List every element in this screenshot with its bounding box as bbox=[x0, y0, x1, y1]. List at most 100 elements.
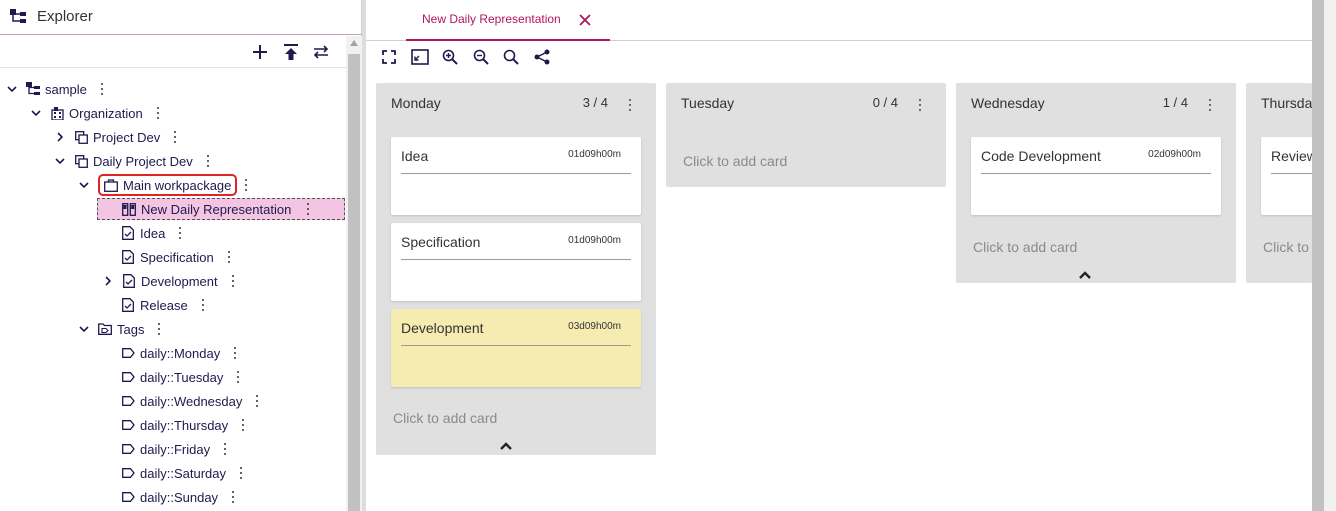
more-vertical-icon[interactable] bbox=[240, 419, 246, 431]
tree-item-label: Idea bbox=[140, 225, 166, 241]
more-vertical-icon[interactable] bbox=[235, 371, 241, 383]
plus-icon[interactable] bbox=[250, 42, 270, 62]
tree-item-label: Release bbox=[140, 297, 188, 313]
editor-area: New Daily Representation Monday 3 / 4 Id… bbox=[366, 0, 1312, 511]
card-code-development[interactable]: Code Development 02d09h00m bbox=[971, 137, 1221, 215]
tree-item-tag-wednesday[interactable]: daily::Wednesday bbox=[121, 389, 260, 413]
tree-item-specification[interactable]: Specification bbox=[121, 245, 232, 269]
more-vertical-icon[interactable] bbox=[172, 131, 178, 143]
card-time: 03d09h00m bbox=[568, 321, 621, 332]
swap-icon[interactable] bbox=[311, 42, 331, 62]
tree-item-label: Project Dev bbox=[93, 129, 161, 145]
more-vertical-icon[interactable] bbox=[230, 275, 236, 287]
tree-item-development[interactable]: Development bbox=[102, 269, 236, 293]
card-development[interactable]: Development 03d09h00m bbox=[391, 309, 641, 387]
tree-item-project-dev[interactable]: Project Dev bbox=[54, 125, 178, 149]
zoom-reset-icon[interactable] bbox=[500, 46, 522, 68]
card-specification[interactable]: Specification 01d09h00m bbox=[391, 223, 641, 301]
tree-item-tag-saturday[interactable]: daily::Saturday bbox=[121, 461, 244, 485]
add-card-button[interactable]: Click to add card bbox=[393, 410, 497, 426]
card-review[interactable]: Review bbox=[1261, 137, 1312, 215]
more-vertical-icon[interactable] bbox=[156, 323, 162, 335]
chevron-down-icon[interactable] bbox=[6, 83, 18, 95]
more-vertical-icon[interactable] bbox=[200, 299, 206, 311]
more-vertical-icon[interactable] bbox=[226, 251, 232, 263]
copy-icon bbox=[74, 154, 88, 168]
tree-item-idea[interactable]: Idea bbox=[121, 221, 183, 245]
share-icon[interactable] bbox=[531, 46, 553, 68]
tree-item-daily-project-dev[interactable]: Daily Project Dev bbox=[54, 149, 211, 173]
more-vertical-icon[interactable] bbox=[1208, 99, 1212, 111]
chevron-up-icon[interactable] bbox=[499, 438, 513, 450]
tree-item-label: New Daily Representation bbox=[141, 201, 292, 217]
card-idea[interactable]: Idea 01d09h00m bbox=[391, 137, 641, 215]
column-count: 3 / 4 bbox=[582, 95, 608, 110]
close-icon[interactable] bbox=[578, 13, 592, 27]
tree-item-tag-monday[interactable]: daily::Monday bbox=[121, 341, 238, 365]
tree-item-organization[interactable]: Organization bbox=[30, 101, 161, 125]
explorer-header: Explorer bbox=[0, 0, 362, 35]
card-time: 01d09h00m bbox=[568, 235, 621, 246]
doc-check-icon bbox=[121, 226, 135, 240]
chevron-down-icon[interactable] bbox=[78, 179, 90, 191]
scroll-up-arrow-icon[interactable] bbox=[350, 40, 358, 46]
tree-item-tag-thursday[interactable]: daily::Thursday bbox=[121, 413, 246, 437]
tree-item-new-daily-representation[interactable]: New Daily Representation bbox=[97, 198, 345, 220]
more-vertical-icon[interactable] bbox=[99, 83, 105, 95]
tree-item-tags[interactable]: Tags bbox=[78, 317, 162, 341]
add-card-button[interactable]: Click to add card bbox=[973, 239, 1077, 255]
zoom-in-icon[interactable] bbox=[439, 46, 461, 68]
chevron-right-icon[interactable] bbox=[102, 275, 114, 287]
more-vertical-icon[interactable] bbox=[254, 395, 260, 407]
scroll-thumb[interactable] bbox=[1312, 0, 1324, 511]
more-vertical-icon[interactable] bbox=[243, 179, 249, 191]
board-scrollbar[interactable] bbox=[1312, 0, 1336, 511]
scroll-thumb[interactable] bbox=[348, 54, 360, 511]
tree-item-release[interactable]: Release bbox=[121, 293, 206, 317]
kanban-board: Monday 3 / 4 Idea 01d09h00m Specificatio… bbox=[366, 83, 1312, 511]
hierarchy-icon bbox=[10, 9, 28, 30]
fit-icon[interactable] bbox=[409, 46, 431, 68]
column-title: Thursda bbox=[1261, 95, 1312, 111]
chevron-down-icon[interactable] bbox=[54, 155, 66, 167]
add-card-button[interactable]: Click to add card bbox=[683, 153, 787, 169]
tag-icon bbox=[121, 370, 135, 384]
doc-check-icon bbox=[122, 274, 136, 288]
more-vertical-icon[interactable] bbox=[305, 203, 311, 215]
card-title: Review bbox=[1271, 148, 1312, 164]
more-vertical-icon[interactable] bbox=[205, 155, 211, 167]
column-title: Wednesday bbox=[971, 95, 1045, 111]
more-vertical-icon[interactable] bbox=[628, 99, 632, 111]
tree-item-tag-friday[interactable]: daily::Friday bbox=[121, 437, 228, 461]
more-vertical-icon[interactable] bbox=[177, 227, 183, 239]
more-vertical-icon[interactable] bbox=[230, 491, 236, 503]
column-wednesday: Wednesday 1 / 4 Code Development 02d09h0… bbox=[956, 83, 1236, 283]
more-vertical-icon[interactable] bbox=[155, 107, 161, 119]
doc-check-icon bbox=[121, 250, 135, 264]
more-vertical-icon[interactable] bbox=[222, 443, 228, 455]
more-vertical-icon[interactable] bbox=[918, 99, 922, 111]
fullscreen-icon[interactable] bbox=[378, 46, 400, 68]
add-card-button[interactable]: Click to bbox=[1263, 239, 1309, 255]
tree-item-sample[interactable]: sample bbox=[6, 77, 105, 101]
upload-icon[interactable] bbox=[281, 42, 301, 62]
card-title: Specification bbox=[401, 234, 481, 250]
tree-item-label: Daily Project Dev bbox=[93, 153, 193, 169]
tree-item-tag-sunday[interactable]: daily::Sunday bbox=[121, 485, 236, 509]
chevron-down-icon[interactable] bbox=[30, 107, 42, 119]
tree-item-main-workpackage[interactable]: Main workpackage bbox=[78, 173, 249, 197]
chevron-down-icon[interactable] bbox=[78, 323, 90, 335]
highlighted-item[interactable]: Main workpackage bbox=[98, 174, 238, 196]
more-vertical-icon[interactable] bbox=[238, 467, 244, 479]
card-time: 01d09h00m bbox=[568, 149, 621, 160]
zoom-out-icon[interactable] bbox=[470, 46, 492, 68]
chevron-up-icon[interactable] bbox=[1078, 267, 1092, 279]
chevron-right-icon[interactable] bbox=[54, 131, 66, 143]
tag-icon bbox=[121, 394, 135, 408]
board-icon bbox=[122, 202, 136, 216]
tree-item-label: Main workpackage bbox=[123, 177, 232, 193]
tab-new-daily-representation[interactable]: New Daily Representation bbox=[406, 0, 610, 41]
tree-item-tag-tuesday[interactable]: daily::Tuesday bbox=[121, 365, 241, 389]
more-vertical-icon[interactable] bbox=[232, 347, 238, 359]
explorer-scrollbar[interactable] bbox=[346, 36, 362, 511]
